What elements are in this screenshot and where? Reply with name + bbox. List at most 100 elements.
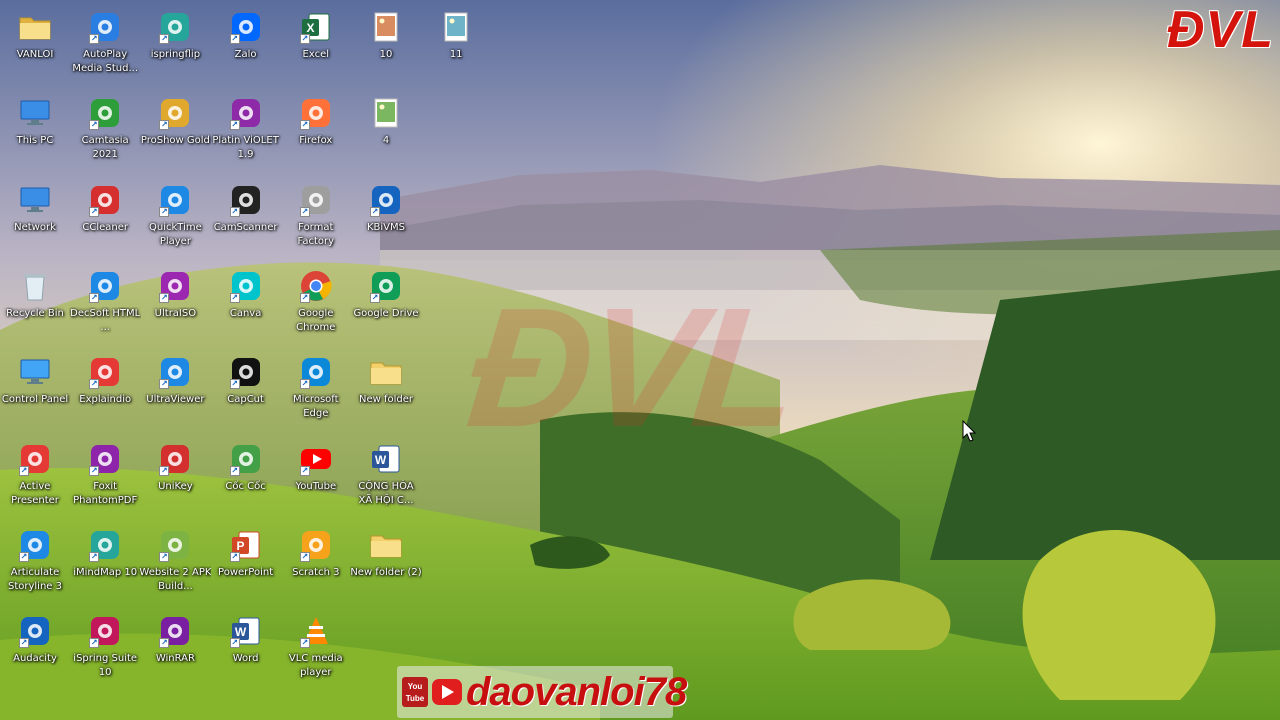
desktop-shortcut[interactable]: ↗ KBiVMS [351,177,421,259]
desktop-shortcut-label: CỘNG HÒA XÃ HỘI C... [358,480,414,506]
desktop-shortcut[interactable]: ↗ AutoPlay Media Stud... [70,4,140,86]
desktop-shortcut[interactable]: ↗ YouTube [281,436,351,518]
desktop-shortcut[interactable]: ↗ Canva [211,263,281,345]
desktop-shortcut-label: iSpring Suite 10 [73,653,138,679]
desktop-shortcut[interactable]: ↗ Scratch 3 [281,522,351,604]
channel-watermark: You Tube daovanloi78 [397,666,687,718]
edge-icon: ↗ [299,355,333,390]
desktop-shortcut[interactable]: ↗ WinRAR [140,608,210,690]
desktop-shortcut[interactable]: ↗ ProShow Gold [140,90,210,172]
shortcut-arrow-icon: ↗ [299,34,310,44]
folder-icon [369,355,403,389]
desktop-shortcut[interactable]: Network [0,177,70,259]
zalo-icon: ↗ [229,10,263,44]
desktop-shortcut-label: Canva [229,307,262,319]
channel-name: daovanloi78 [466,669,687,714]
desktop-shortcut[interactable]: ↗ UniKey [140,436,210,518]
image-file-icon [369,10,403,44]
desktop-shortcut[interactable]: 11 [421,4,491,86]
ispring-icon: ↗ [88,614,122,649]
shortcut-arrow-icon: ↗ [229,379,240,390]
folder-icon [369,528,403,562]
desktop-shortcut[interactable]: ↗ Explaindio [70,349,140,431]
scratch-icon: ↗ [299,528,333,562]
desktop-shortcut[interactable]: VANLOI [0,4,70,86]
desktop-shortcut[interactable]: This PC [0,90,70,172]
desktop-shortcut[interactable]: New folder [351,349,421,431]
desktop-shortcut[interactable]: ↗ Active Presenter [0,436,70,518]
desktop-shortcut[interactable]: ↗ iMindMap 10 [70,522,140,604]
desktop-shortcut[interactable]: W ↗ Word [211,608,281,690]
desktop-shortcut-label: Excel [302,49,330,60]
desktop-shortcut[interactable]: ↗ DecSoft HTML ... [70,263,140,345]
desktop[interactable]: ĐVL ĐVL VANLOI ↗ AutoPlay Media Stud... ↗ is… [0,0,1280,720]
desktop-shortcut[interactable]: ↗ Format Factory [281,177,351,259]
desktop-shortcut[interactable]: X ↗ Excel [281,4,351,86]
desktop-shortcut-label: Zalo [234,49,257,60]
desktop-shortcut-label: 11 [449,49,463,60]
desktop-shortcut[interactable]: ↗ Foxit PhantomPDF [70,436,140,518]
desktop-shortcut-label: 10 [379,49,393,60]
desktop-shortcut-label: CapCut [227,394,264,406]
desktop-shortcut[interactable]: ↗ Audacity [0,608,70,690]
shortcut-arrow-icon: ↗ [89,379,100,390]
desktop-shortcut[interactable]: Control Panel [0,349,70,431]
desktop-shortcut-label: CamScanner [213,221,278,233]
shortcut-arrow-icon: ↗ [299,120,310,131]
winrar-icon: ↗ [158,614,192,649]
shortcut-arrow-icon: ↗ [299,206,310,217]
youtube-badge-icon: You Tube [402,675,462,709]
shortcut-arrow-icon: ↗ [159,34,170,44]
desktop-shortcut[interactable]: ↗ VLC media player [281,608,351,690]
imindmap-icon: ↗ [88,528,122,562]
desktop-shortcut[interactable]: ↗ iSpring Suite 10 [70,608,140,690]
desktop-shortcut[interactable]: Recycle Bin [0,263,70,345]
desktop-shortcut[interactable]: ↗ Microsoft Edge [281,349,351,431]
audacity-icon: ↗ [18,614,52,649]
desktop-shortcut[interactable]: ↗ Camtasia 2021 [70,90,140,172]
desktop-shortcut-label: Recycle Bin [6,307,64,319]
decsoft-icon: ↗ [88,269,122,303]
desktop-shortcut[interactable]: ↗ Platin ViOLET 1.9 [211,90,281,172]
shortcut-arrow-icon: ↗ [19,551,29,562]
desktop-shortcut-label: Microsoft Edge [293,394,339,420]
desktop-shortcut[interactable]: ↗ Google Chrome [281,263,351,345]
desktop-shortcut[interactable]: ↗ CamScanner [211,177,281,259]
desktop-shortcut[interactable]: ↗ Website 2 APK Build... [139,522,211,604]
desktop-shortcut[interactable]: ↗ UltraISO [140,263,210,345]
desktop-shortcut[interactable]: ↗ Google Drive [351,263,421,345]
desktop-shortcut-label: CCleaner [82,221,128,233]
desktop-shortcut[interactable]: ↗ CCleaner [70,177,140,259]
shortcut-arrow-icon: ↗ [229,465,240,476]
shortcut-arrow-icon: ↗ [159,120,170,131]
firefox-icon: ↗ [299,96,333,131]
shortcut-arrow-icon: ↗ [299,551,310,562]
desktop-shortcut-label: Google Chrome [296,307,336,333]
desktop-shortcut[interactable]: 4 [351,90,421,172]
desktop-shortcut[interactable]: New folder (2) [350,522,422,604]
desktop-shortcut[interactable]: ↗ Zalo [211,4,281,86]
desktop-shortcut[interactable]: ↗ Cốc Cốc [211,436,281,518]
powerpoint-icon: P ↗ [229,528,263,562]
desktop-shortcut[interactable]: W CỘNG HÒA XÃ HỘI C... [351,436,421,518]
desktop-shortcut[interactable]: ↗ ispringflip [140,4,210,86]
shortcut-arrow-icon: ↗ [159,551,170,562]
desktop-shortcut[interactable]: ↗ Firefox [281,90,351,172]
svg-text:P: P [236,539,244,553]
desktop-shortcut[interactable]: ↗ QuickTime Player [140,177,210,259]
desktop-shortcut-label: DecSoft HTML ... [70,307,141,333]
desktop-shortcut-label: UltraViewer [146,394,205,406]
desktop-shortcut[interactable]: 10 [351,4,421,86]
word-document-icon: W [369,442,403,476]
image-file-icon [369,96,403,130]
desktop-shortcut[interactable]: ↗ CapCut [211,349,281,431]
shortcut-arrow-icon: ↗ [159,465,170,476]
desktop-shortcut[interactable]: ↗ UltraViewer [140,349,210,431]
desktop-shortcut-label: UniKey [158,480,193,492]
desktop-shortcut[interactable]: P ↗ PowerPoint [211,522,281,604]
capcut-icon: ↗ [229,355,263,390]
desktop-shortcut[interactable]: ↗ Articulate Storyline 3 [0,522,70,604]
camscanner-icon: ↗ [229,183,263,217]
svg-text:W: W [234,625,246,639]
quicktime-icon: ↗ [158,183,192,217]
